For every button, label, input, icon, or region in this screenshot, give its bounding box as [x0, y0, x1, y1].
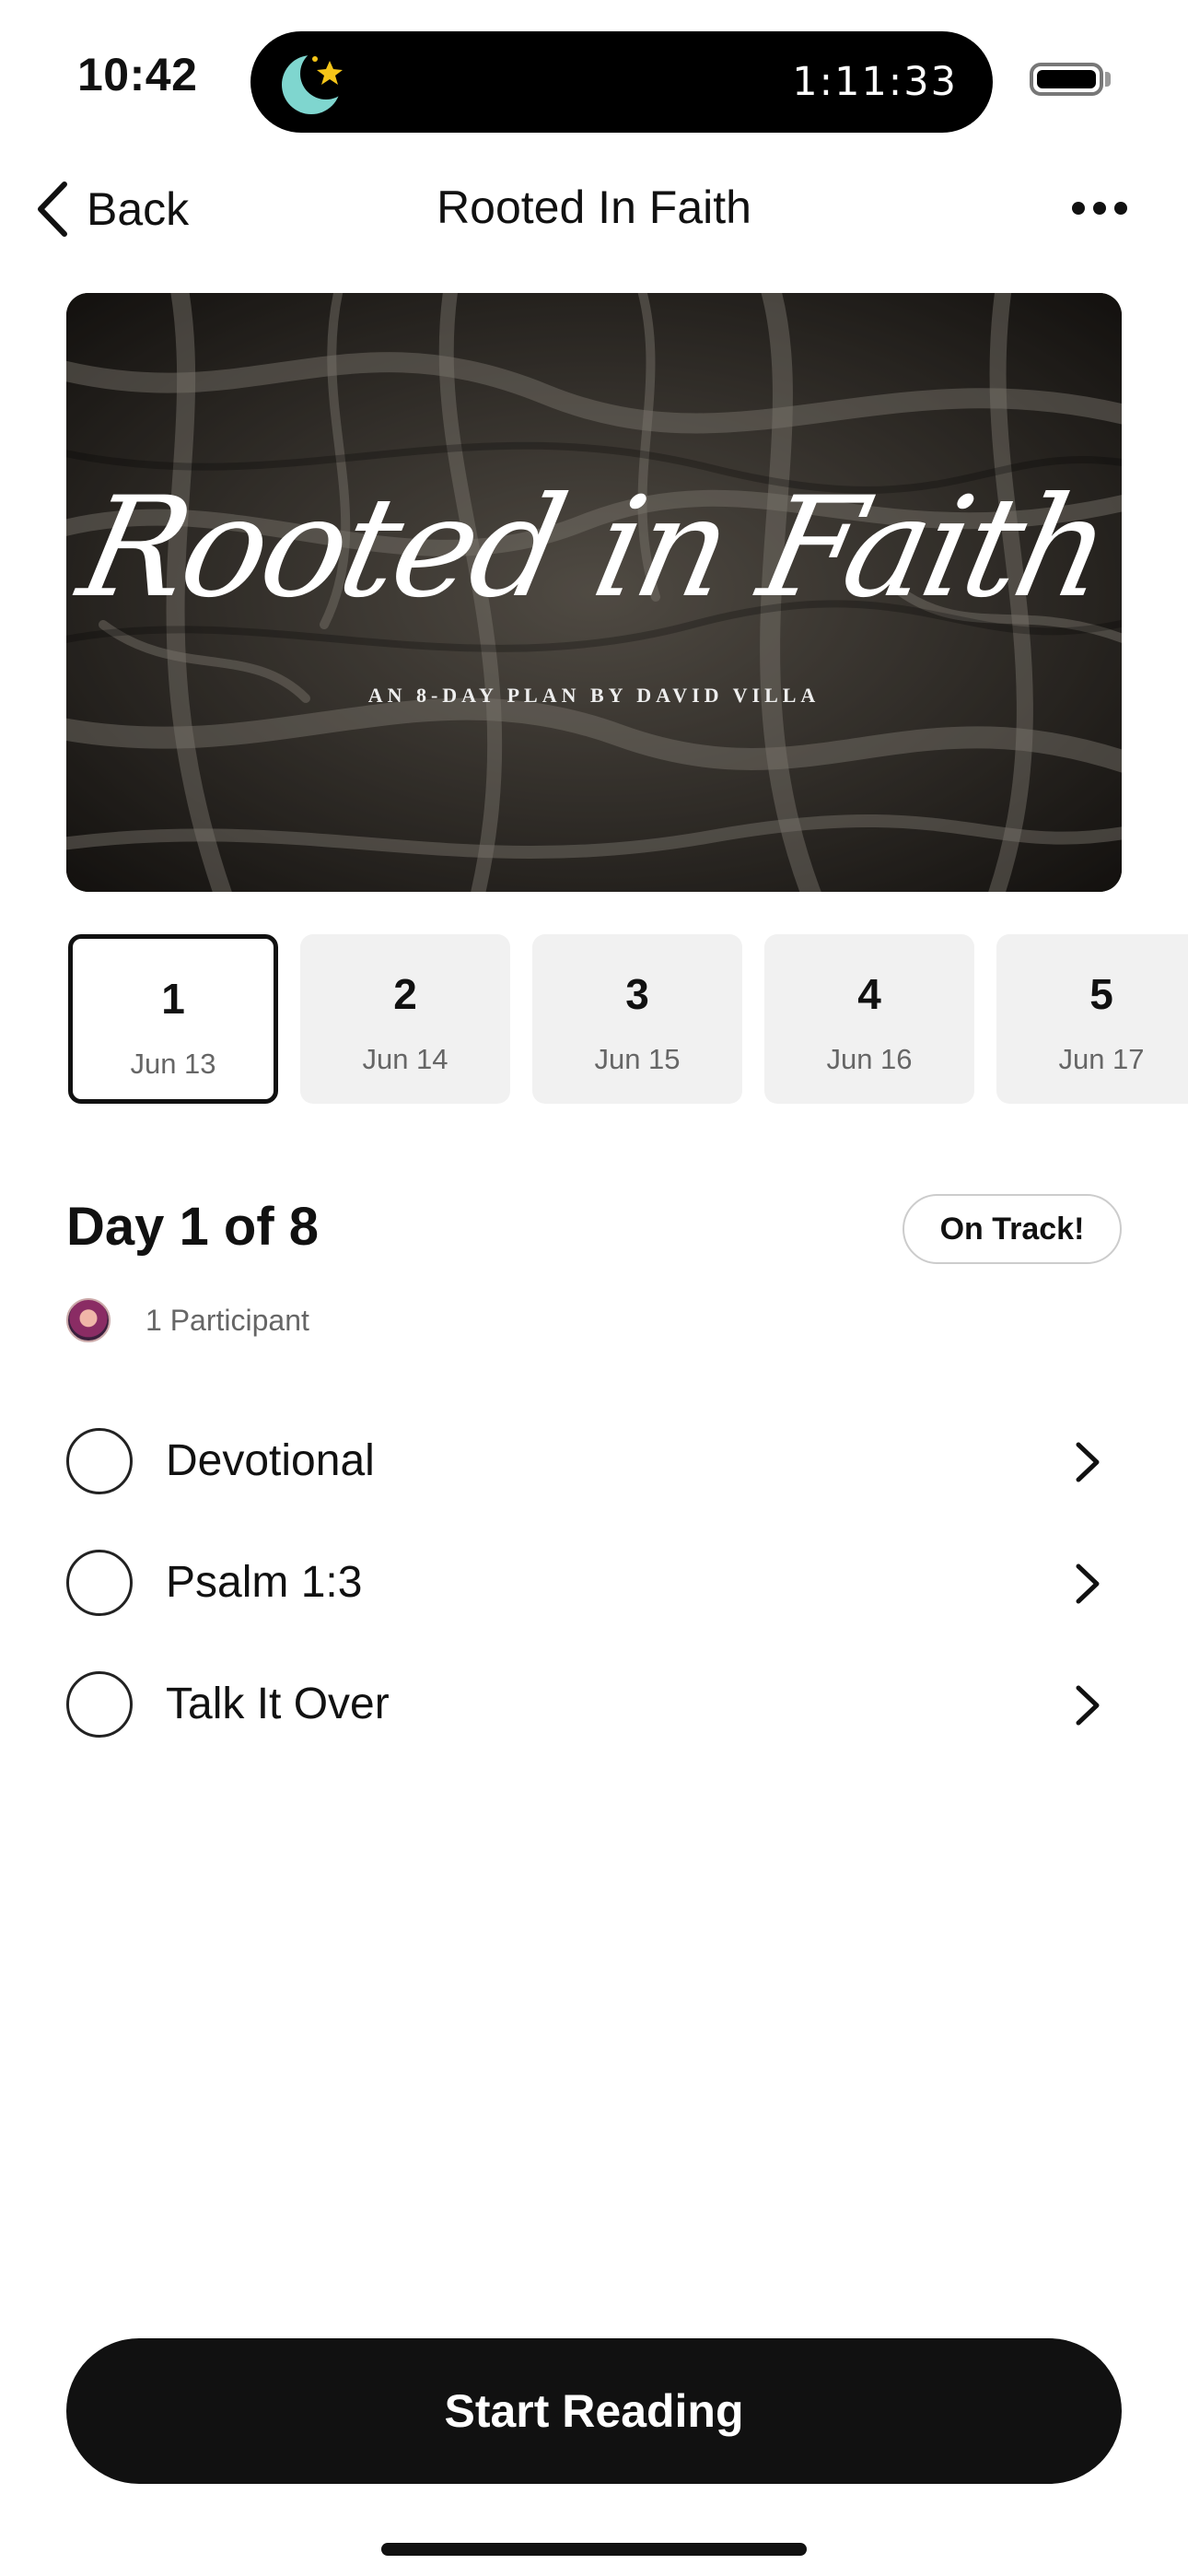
ellipsis-dot — [1093, 202, 1106, 215]
day-heading: Day 1 of 8 — [66, 1197, 319, 1257]
status-time: 10:42 — [77, 49, 198, 100]
day-number: 4 — [857, 970, 881, 1018]
day-number: 3 — [625, 970, 649, 1018]
day-date: Jun 17 — [1058, 1043, 1145, 1075]
task-label: Devotional — [166, 1436, 375, 1485]
day-chip-5[interactable]: 5 Jun 17 — [996, 934, 1188, 1104]
status-badge[interactable]: On Track! — [903, 1194, 1122, 1264]
home-indicator[interactable] — [381, 2543, 807, 2556]
chevron-right-icon — [1076, 1442, 1100, 1482]
day-date: Jun 13 — [130, 1048, 216, 1080]
day-date: Jun 14 — [362, 1043, 448, 1075]
day-number: 5 — [1089, 970, 1113, 1018]
battery-icon — [1030, 63, 1103, 96]
plan-hero-image: Rooted in Faith AN 8-DAY PLAN BY DAVID V… — [66, 293, 1122, 892]
day-chip-2[interactable]: 2 Jun 14 — [300, 934, 510, 1104]
day-date: Jun 15 — [594, 1043, 681, 1075]
task-item-talk-it-over[interactable]: Talk It Over — [66, 1668, 1122, 1741]
page-title: Rooted In Faith — [437, 181, 751, 233]
task-label: Talk It Over — [166, 1680, 390, 1728]
more-options-button[interactable] — [1072, 190, 1127, 227]
moon-star-icon — [282, 48, 350, 114]
ellipsis-icon — [1072, 202, 1085, 215]
battery-nub — [1105, 72, 1111, 87]
day-chip-1[interactable]: 1 Jun 13 — [68, 934, 278, 1104]
chevron-right-icon — [1076, 1563, 1100, 1604]
ellipsis-dot — [1114, 202, 1127, 215]
start-reading-button[interactable]: Start Reading — [66, 2338, 1122, 2484]
day-selector[interactable]: 1 Jun 13 2 Jun 14 3 Jun 15 4 Jun 16 5 Ju… — [68, 934, 1188, 1104]
checkbox-circle-icon[interactable] — [66, 1671, 133, 1738]
day-number: 1 — [161, 975, 185, 1023]
plan-script-title: Rooted in Faith — [67, 468, 1121, 628]
day-chip-4[interactable]: 4 Jun 16 — [764, 934, 974, 1104]
participants-row[interactable]: 1 Participant — [66, 1297, 309, 1343]
task-item-devotional[interactable]: Devotional — [66, 1424, 1122, 1498]
checkbox-circle-icon[interactable] — [66, 1550, 133, 1616]
avatar — [66, 1298, 111, 1342]
day-number: 2 — [393, 970, 417, 1018]
chevron-right-icon — [1076, 1685, 1100, 1726]
task-label: Psalm 1:3 — [166, 1558, 363, 1607]
checkbox-circle-icon[interactable] — [66, 1428, 133, 1494]
plan-subtitle: AN 8-DAY PLAN BY DAVID VILLA — [367, 684, 821, 707]
dynamic-island[interactable]: 1:11:33 — [250, 31, 993, 133]
participants-count: 1 Participant — [146, 1303, 309, 1337]
island-timer: 1:11:33 — [792, 59, 958, 105]
day-chip-3[interactable]: 3 Jun 15 — [532, 934, 742, 1104]
task-item-psalm[interactable]: Psalm 1:3 — [66, 1546, 1122, 1620]
day-date: Jun 16 — [826, 1043, 913, 1075]
